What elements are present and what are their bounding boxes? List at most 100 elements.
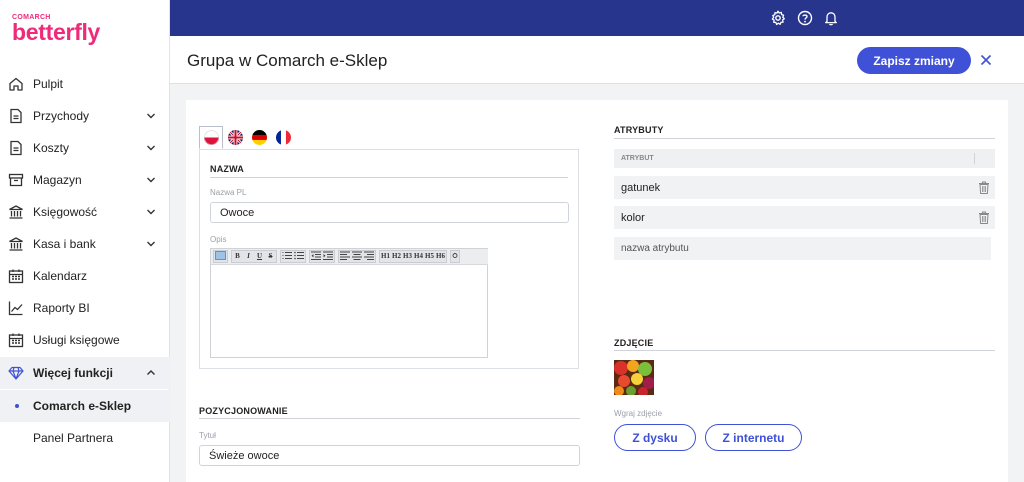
heading-2-button[interactable]: H2	[391, 251, 402, 262]
chevron-down-icon	[147, 113, 155, 119]
outdent-icon	[311, 251, 321, 260]
trash-icon[interactable]	[978, 181, 990, 194]
attribute-name: gatunek	[621, 182, 661, 194]
brand-logo[interactable]: COMARCH betterfly	[12, 14, 101, 45]
sidebar-item-label: Panel Partnera	[33, 431, 114, 445]
heading-5-button[interactable]: H5	[424, 251, 435, 262]
save-button[interactable]: Zapisz zmiany	[857, 47, 971, 74]
description-label: Opis	[210, 235, 227, 244]
language-tabs	[199, 126, 295, 149]
tab-language-de[interactable]	[247, 126, 271, 149]
sidebar-item-label: Księgowość	[33, 205, 98, 219]
underline-button[interactable]: U	[254, 251, 265, 262]
outdent-button[interactable]	[310, 251, 322, 262]
sidebar-item-koszty[interactable]: Koszty	[0, 132, 170, 164]
main-content: NAZWA Nazwa PL Owoce Opis B I U S H1 H2 …	[186, 100, 1008, 482]
ordered-list-button[interactable]	[281, 251, 293, 262]
sidebar-item-comarch-e-sklep[interactable]: Comarch e-Sklep	[0, 390, 170, 422]
align-center-button[interactable]	[351, 251, 363, 262]
sidebar-item-kasa-i-bank[interactable]: Kasa i bank	[0, 228, 170, 260]
heading-3-button[interactable]: H3	[402, 251, 413, 262]
link-icon	[452, 253, 458, 258]
sidebar-item-label: Więcej funkcji	[33, 366, 113, 380]
sidebar-item-label: Usługi księgowe	[33, 333, 120, 347]
germany-flag-icon	[251, 130, 267, 145]
sidebar-item-label: Przychody	[33, 109, 90, 123]
seo-title-input[interactable]: Świeże owoce	[199, 445, 580, 466]
section-title-zdjecie: ZDJĘCIE	[614, 338, 654, 348]
table-row[interactable]: kolor	[614, 206, 995, 229]
insert-image-button[interactable]	[214, 251, 227, 262]
strikethrough-button[interactable]: S	[265, 251, 276, 262]
heading-6-button[interactable]: H6	[435, 251, 446, 262]
upload-from-disk-button[interactable]: Z dysku	[614, 424, 696, 451]
sidebar-item-ksiegowosc[interactable]: Księgowość	[0, 196, 170, 228]
tab-language-en[interactable]	[223, 126, 247, 149]
toolbar-group-headings: H1 H2 H3 H4 H5 H6	[379, 250, 447, 263]
section-divider	[614, 138, 995, 139]
unordered-list-icon	[294, 251, 304, 260]
chevron-down-icon	[147, 145, 155, 151]
heading-1-button[interactable]: H1	[380, 251, 391, 262]
sidebar-item-label: Kalendarz	[33, 269, 88, 283]
toolbar-group-link	[450, 250, 460, 263]
align-center-icon	[352, 251, 362, 260]
bank-icon	[9, 205, 23, 219]
link-button[interactable]	[451, 251, 459, 262]
sidebar-item-wiecej-funkcji[interactable]: Więcej funkcji	[0, 357, 170, 389]
sidebar-item-magazyn[interactable]: Magazyn	[0, 164, 170, 196]
align-right-button[interactable]	[363, 251, 375, 262]
upload-from-internet-button[interactable]: Z internetu	[705, 424, 802, 451]
page-header: Grupa w Comarch e-Sklep Zapisz zmiany	[170, 36, 1024, 84]
section-title-pozycjonowanie: POZYCJONOWANIE	[199, 406, 288, 416]
ordered-list-icon	[282, 252, 292, 259]
trash-icon[interactable]	[978, 211, 990, 224]
sidebar-item-label: Raporty BI	[33, 301, 90, 315]
editor-toolbar: B I U S H1 H2 H3 H4 H5 H6	[211, 249, 488, 265]
section-title-atrybuty: ATRYBUTY	[614, 125, 664, 135]
sidebar-item-przychody[interactable]: Przychody	[0, 100, 170, 132]
unordered-list-button[interactable]	[293, 251, 305, 262]
gear-icon[interactable]	[770, 10, 786, 26]
bell-icon[interactable]	[823, 10, 839, 26]
name-section: NAZWA Nazwa PL Owoce Opis B I U S H1 H2 …	[199, 149, 579, 369]
calendar-icon	[8, 333, 24, 348]
heading-4-button[interactable]: H4	[413, 251, 424, 262]
calendar-icon	[8, 269, 24, 284]
chevron-up-icon	[147, 370, 155, 375]
sidebar-item-label: Comarch e-Sklep	[33, 399, 132, 413]
logo-big-text: betterfly	[12, 19, 101, 45]
tab-language-fr[interactable]	[271, 126, 295, 149]
toolbar-group-image	[213, 250, 228, 263]
home-icon	[9, 77, 23, 91]
bold-button[interactable]: B	[232, 251, 243, 262]
indent-button[interactable]	[322, 251, 334, 262]
description-editor[interactable]: B I U S H1 H2 H3 H4 H5 H6	[210, 248, 488, 358]
column-header-atrybut: ATRYBUT	[621, 155, 654, 162]
fruit-photo-image	[614, 360, 654, 395]
name-pl-input[interactable]: Owoce	[210, 202, 569, 223]
new-attribute-input[interactable]: nazwa atrybutu	[614, 237, 991, 260]
align-right-icon	[364, 251, 374, 260]
sidebar-item-raporty-bi[interactable]: Raporty BI	[0, 292, 170, 324]
uk-flag-icon	[227, 130, 243, 145]
sidebar-item-panel-partnera[interactable]: Panel Partnera	[0, 422, 170, 454]
close-icon[interactable]	[979, 53, 993, 67]
sidebar-item-kalendarz[interactable]: Kalendarz	[0, 260, 170, 292]
align-left-button[interactable]	[339, 251, 351, 262]
group-photo-thumbnail[interactable]	[614, 360, 654, 395]
sidebar: COMARCH betterfly Pulpit Przychody Koszt…	[0, 0, 170, 482]
italic-button[interactable]: I	[243, 251, 254, 262]
sidebar-item-uslugi-ksiegowe[interactable]: Usługi księgowe	[0, 324, 170, 356]
document-icon	[10, 140, 22, 156]
help-icon[interactable]	[797, 10, 813, 26]
document-icon	[10, 108, 22, 124]
table-row[interactable]: gatunek	[614, 176, 995, 199]
chevron-down-icon	[147, 241, 155, 247]
align-left-icon	[340, 251, 350, 260]
indent-icon	[323, 251, 333, 260]
sidebar-item-pulpit[interactable]: Pulpit	[0, 68, 170, 100]
tab-language-pl[interactable]	[199, 126, 223, 149]
toolbar-group-format: B I U S	[231, 250, 277, 263]
attributes-table-header: ATRYBUT	[614, 149, 995, 168]
